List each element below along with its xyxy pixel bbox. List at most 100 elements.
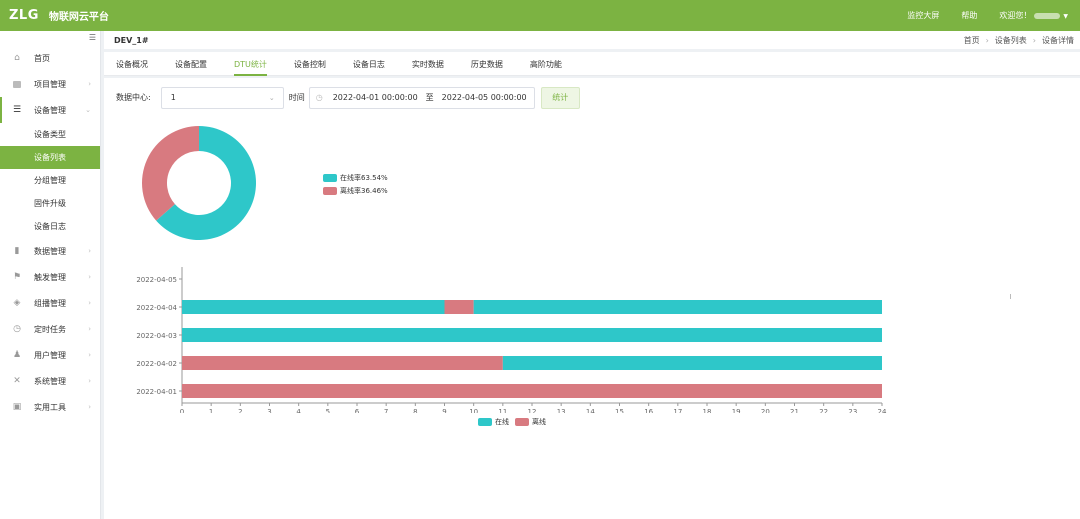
sidebar-item-projects[interactable]: 项目管理 ›	[0, 71, 100, 97]
date-range-picker[interactable]: ◷ 2022-04-01 00:00:00 至 2022-04-05 00:00…	[308, 86, 535, 109]
chevron-right-icon: ›	[88, 299, 91, 307]
sidebar-item-multicast[interactable]: ◈ 组播管理 ›	[0, 290, 100, 316]
x-tick-label: 18	[703, 408, 712, 413]
y-tick-label: 2022-04-01	[136, 388, 177, 396]
flag-icon: ⚑	[12, 272, 22, 282]
x-tick-label: 12	[528, 408, 537, 413]
sidebar-sub-device-log[interactable]: 设备日志	[0, 215, 100, 238]
collapse-sidebar-icon[interactable]: ☰	[89, 33, 96, 42]
logo[interactable]: ZLG 物联网云平台	[9, 8, 109, 23]
clock-icon: ◷	[315, 93, 323, 102]
x-tick-label: 2	[238, 408, 242, 413]
x-tick-label: 14	[586, 408, 595, 413]
bar-segment-2022-04-02-0[interactable]	[182, 356, 503, 370]
sidebar-item-timers[interactable]: ◷ 定时任务 ›	[0, 316, 100, 342]
range-separator: 至	[425, 93, 434, 102]
toolbox-icon: ▣	[12, 402, 22, 412]
sidebar-item-triggers[interactable]: ⚑ 触发管理 ›	[0, 264, 100, 290]
start-time-input[interactable]: 2022-04-01 00:00:00	[333, 93, 418, 102]
tab-realtime[interactable]: 实时数据	[412, 52, 444, 76]
bar-segment-2022-04-01-0[interactable]	[182, 384, 882, 398]
x-tick-label: 5	[326, 408, 330, 413]
data-center-value: 1	[170, 93, 176, 102]
statistics-button[interactable]: 统计	[540, 86, 580, 109]
tab-history[interactable]: 历史数据	[471, 52, 503, 76]
tab-control[interactable]: 设备控制	[294, 52, 326, 76]
bar-segment-2022-04-04-1[interactable]	[444, 300, 474, 314]
device-icon: ☰	[12, 105, 22, 115]
x-tick-label: 23	[848, 408, 857, 413]
sidebar-item-utilities[interactable]: ▣ 实用工具 ›	[0, 394, 100, 420]
tab-bar: 设备概况 设备配置 DTU统计 设备控制 设备日志 实时数据 历史数据 高阶功能	[104, 52, 1080, 76]
sidebar-item-devices[interactable]: ☰ 设备管理 ⌄	[0, 97, 100, 123]
chevron-right-icon: ›	[985, 35, 989, 45]
legend-offline[interactable]: 离线	[515, 417, 546, 427]
page-header: DEV_1# 首页 › 设备列表 › 设备详情	[104, 31, 1080, 49]
legend-swatch	[323, 186, 337, 195]
x-tick-label: 17	[673, 408, 682, 413]
sidebar-item-users[interactable]: ♟ 用户管理 ›	[0, 342, 100, 368]
sidebar-item-home[interactable]: ⌂ 首页	[0, 45, 100, 71]
sidebar-item-label: 用户管理	[34, 350, 66, 360]
sidebar-item-label: 首页	[34, 53, 50, 63]
bar-segment-2022-04-02-1[interactable]	[502, 356, 882, 370]
user-menu[interactable]: 欢迎您！ ▼	[999, 10, 1068, 21]
sidebar-item-label: 实用工具	[34, 402, 66, 412]
chevron-right-icon: ›	[88, 273, 91, 281]
tab-overview[interactable]: 设备概况	[116, 52, 148, 76]
sidebar-item-label: 组播管理	[34, 298, 66, 308]
divider	[1010, 294, 1011, 299]
tab-device-log[interactable]: 设备日志	[353, 52, 385, 76]
x-tick-label: 9	[442, 408, 446, 413]
chevron-down-icon: ⌄	[268, 93, 275, 102]
bar-segment-2022-04-03-0[interactable]	[182, 328, 882, 342]
logo-mark: ZLG	[9, 8, 39, 23]
chevron-right-icon: ›	[88, 403, 91, 411]
bar-segment-2022-04-04-0[interactable]	[182, 300, 445, 314]
legend-label: 在线率63.54%	[340, 173, 388, 182]
legend-offline-rate[interactable]: 离线率36.46%	[323, 184, 388, 197]
main-content: 数据中心: 1 ⌄ 时间 ◷ 2022-04-01 00:00:00 至 202…	[104, 78, 1080, 519]
sidebar-item-label: 设备管理	[34, 105, 66, 115]
legend-swatch	[323, 173, 337, 182]
x-tick-label: 6	[355, 408, 360, 413]
sidebar-sub-firmware[interactable]: 固件升级	[0, 192, 100, 215]
sidebar-item-data[interactable]: ▮ 数据管理 ›	[0, 238, 100, 264]
legend-online[interactable]: 在线	[478, 417, 509, 427]
sidebar-sub-groups[interactable]: 分组管理	[0, 169, 100, 192]
y-tick-label: 2022-04-03	[136, 332, 177, 340]
end-time-input[interactable]: 2022-04-05 00:00:00	[442, 93, 527, 102]
sidebar-sub-device-types[interactable]: 设备类型	[0, 123, 100, 146]
tools-icon: ✕	[13, 376, 21, 386]
tab-advanced[interactable]: 高阶功能	[530, 52, 562, 76]
x-tick-label: 1	[209, 408, 213, 413]
data-center-select[interactable]: 1 ⌄	[160, 86, 284, 109]
tab-dtu-stats[interactable]: DTU统计	[234, 52, 267, 76]
x-tick-label: 24	[878, 408, 887, 413]
x-tick-label: 7	[384, 408, 388, 413]
help-link[interactable]: 帮助	[961, 10, 977, 21]
timer-icon: ◷	[13, 324, 21, 334]
chevron-right-icon: ›	[88, 377, 91, 385]
legend-label: 在线	[495, 418, 509, 426]
app-title: 物联网云平台	[48, 12, 109, 23]
legend-swatch	[478, 418, 492, 426]
legend-label: 离线	[532, 418, 546, 426]
sidebar-item-label: 触发管理	[34, 272, 66, 282]
pie-slice-1[interactable]	[142, 126, 199, 221]
top-bar: ZLG 物联网云平台 监控大屏 帮助 欢迎您！ ▼	[0, 0, 1080, 31]
sidebar-sub-device-list[interactable]: 设备列表	[0, 146, 100, 169]
legend-online-rate[interactable]: 在线率63.54%	[323, 171, 388, 184]
breadcrumb-home[interactable]: 首页	[964, 35, 980, 46]
home-icon: ⌂	[14, 53, 20, 63]
breadcrumb-device-list[interactable]: 设备列表	[995, 35, 1027, 46]
daily-online-bar-chart: 2022-04-05 2022-04-04 2022-04-03 2022-04-02…	[136, 267, 887, 413]
y-tick-label: 2022-04-02	[136, 360, 177, 368]
bar-segment-2022-04-04-2[interactable]	[473, 300, 882, 314]
sidebar-item-system[interactable]: ✕ 系统管理 ›	[0, 368, 100, 394]
monitor-screen-link[interactable]: 监控大屏	[907, 10, 939, 21]
project-icon	[12, 79, 22, 89]
tab-config[interactable]: 设备配置	[175, 52, 207, 76]
x-tick-label: 16	[644, 408, 653, 413]
chevron-down-icon: ▼	[1063, 13, 1068, 20]
